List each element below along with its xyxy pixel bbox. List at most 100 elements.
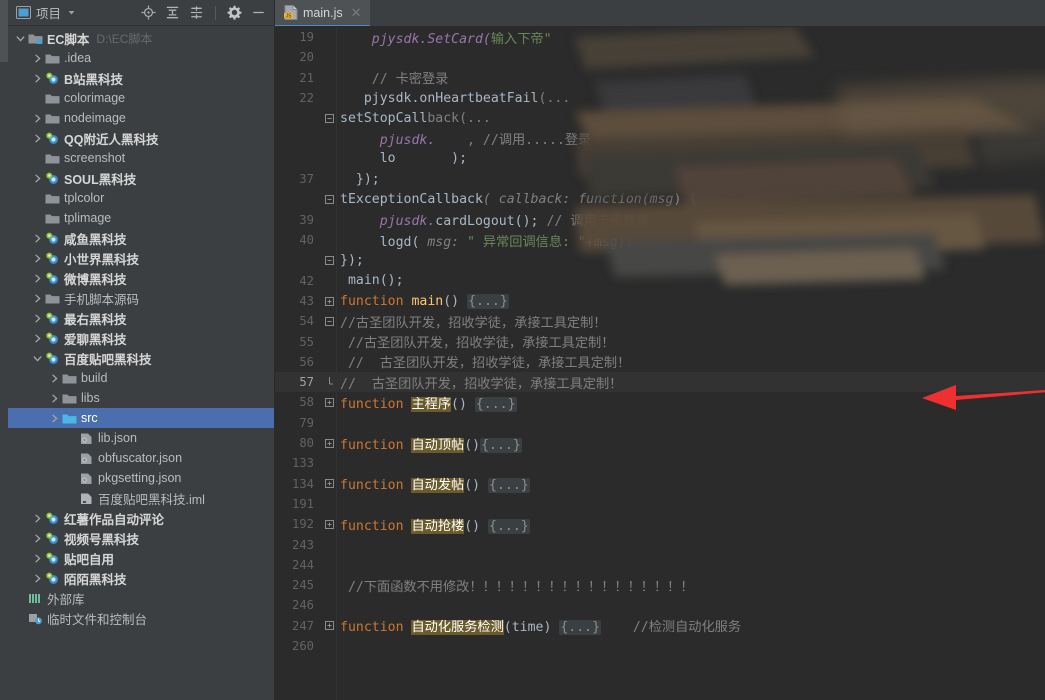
tree-item-QQ附近人黑科技[interactable]: QQ附近人黑科技: [8, 128, 274, 148]
tree-item-.idea[interactable]: .idea: [8, 48, 274, 68]
tree-item-贴吧自用[interactable]: 贴吧自用: [8, 548, 274, 568]
fold-plus-icon[interactable]: [323, 479, 336, 488]
tree-item-label: build: [81, 371, 107, 385]
tree-item-百度贴吧黑科技[interactable]: 百度贴吧黑科技: [8, 348, 274, 368]
chevron-right-icon[interactable]: [31, 232, 44, 245]
stripe-tab-project[interactable]: [0, 0, 8, 62]
chevron-right-icon[interactable]: [31, 552, 44, 565]
chevron-right-icon[interactable]: [31, 252, 44, 265]
code-editor[interactable]: 19 pjysdk.SetCard(输入下帝"2021 // 卡密登录22 pj…: [275, 27, 1045, 700]
tree-item-label: screenshot: [64, 151, 125, 165]
project-panel-title-group[interactable]: 项目: [16, 3, 77, 22]
module-icon: [44, 272, 61, 285]
module-icon: [44, 352, 61, 365]
chevron-right-icon[interactable]: [31, 312, 44, 325]
chevron-right-icon[interactable]: [31, 112, 44, 125]
expand-all-icon[interactable]: [189, 5, 204, 20]
editor-area: JS main.js ✕ 19 pjysdk.SetCard(输入下帝"2021…: [275, 0, 1045, 700]
tree-item-SOUL黑科技[interactable]: SOUL黑科技: [8, 168, 274, 188]
fold-minus-icon[interactable]: [323, 195, 336, 204]
fold-end-icon[interactable]: [323, 377, 336, 387]
tree-item-label: 百度贴吧黑科技: [64, 349, 152, 368]
folder-icon: [44, 192, 61, 205]
code-line: 246: [275, 595, 1045, 615]
editor-tab-main-js[interactable]: JS main.js ✕: [275, 0, 370, 27]
fold-plus-icon[interactable]: [323, 398, 336, 407]
code-text: // 古圣团队开发，招收学徒，承接工具定制！: [336, 352, 630, 371]
tree-item-label: 陌陌黑科技: [64, 569, 127, 588]
tree-item-label: colorimage: [64, 91, 125, 105]
chevron-right-icon[interactable]: [48, 372, 61, 385]
chevron-right-icon[interactable]: [31, 512, 44, 525]
chevron-right-icon[interactable]: [31, 572, 44, 585]
collapse-all-icon[interactable]: [165, 5, 180, 20]
tree-item-红薯作品自动评论[interactable]: 红薯作品自动评论: [8, 508, 274, 528]
tree-item-最右黑科技[interactable]: 最右黑科技: [8, 308, 274, 328]
chevron-down-icon[interactable]: [14, 32, 27, 45]
gear-icon[interactable]: [227, 5, 242, 20]
code-line: 260: [275, 636, 1045, 656]
module-icon: [44, 572, 61, 585]
fold-plus-icon[interactable]: [323, 297, 336, 306]
chevron-right-icon[interactable]: [31, 292, 44, 305]
chevron-down-icon[interactable]: [66, 7, 77, 18]
stripe-tab-structure[interactable]: [0, 62, 8, 130]
chevron-right-icon[interactable]: [31, 132, 44, 145]
tree-item-tplimage[interactable]: tplimage: [8, 208, 274, 228]
code-text: });: [336, 253, 364, 268]
tree-item-百度贴吧黑科技.iml[interactable]: 百度贴吧黑科技.iml: [8, 488, 274, 508]
chevron-right-icon[interactable]: [31, 532, 44, 545]
chevron-right-icon[interactable]: [31, 52, 44, 65]
line-number: 22: [275, 91, 323, 105]
tree-item-nodeimage[interactable]: nodeimage: [8, 108, 274, 128]
chevron-right-icon[interactable]: [31, 172, 44, 185]
code-text: // 古圣团队开发，招收学徒，承接工具定制！: [336, 373, 622, 392]
tree-item-src[interactable]: src: [8, 408, 274, 428]
tree-item-lib.json[interactable]: lib.json: [8, 428, 274, 448]
tree-item-pkgsetting.json[interactable]: pkgsetting.json: [8, 468, 274, 488]
tree-item-libs[interactable]: libs: [8, 388, 274, 408]
tree-item-外部库[interactable]: 外部库: [8, 588, 274, 608]
close-icon[interactable]: ✕: [351, 6, 362, 19]
chevron-right-icon[interactable]: [31, 272, 44, 285]
tree-item-咸鱼黑科技[interactable]: 咸鱼黑科技: [8, 228, 274, 248]
line-number: 244: [275, 558, 323, 572]
tree-item-label: nodeimage: [64, 111, 126, 125]
tree-item-手机脚本源码[interactable]: 手机脚本源码: [8, 288, 274, 308]
code-lines: 19 pjysdk.SetCard(输入下帝"2021 // 卡密登录22 pj…: [275, 27, 1045, 700]
fold-minus-icon[interactable]: [323, 256, 336, 265]
chevron-right-icon[interactable]: [48, 392, 61, 405]
chevron-right-icon[interactable]: [31, 332, 44, 345]
tree-item-screenshot[interactable]: screenshot: [8, 148, 274, 168]
chevron-right-icon[interactable]: [48, 412, 61, 425]
tree-item-爱聊黑科技[interactable]: 爱聊黑科技: [8, 328, 274, 348]
fold-plus-icon[interactable]: [323, 621, 336, 630]
tree-item-obfuscator.json[interactable]: obfuscator.json: [8, 448, 274, 468]
tree-item-EC脚本[interactable]: EC脚本D:\EC脚本: [8, 28, 274, 48]
code-line: pjusdk. , //调用.....登录: [275, 128, 1045, 148]
chevron-down-icon[interactable]: [31, 352, 44, 365]
code-line: 54//古圣团队开发，招收学徒，承接工具定制！: [275, 311, 1045, 331]
code-line: 43function main() {...}: [275, 291, 1045, 311]
line-number: 260: [275, 639, 323, 653]
chevron-right-icon[interactable]: [31, 72, 44, 85]
tree-item-B站黑科技[interactable]: B站黑科技: [8, 68, 274, 88]
tree-item-陌陌黑科技[interactable]: 陌陌黑科技: [8, 568, 274, 588]
tree-item-视频号黑科技[interactable]: 视频号黑科技: [8, 528, 274, 548]
line-number: 134: [275, 477, 323, 491]
project-tree[interactable]: EC脚本D:\EC脚本.ideaB站黑科技 colorimage nodeimage…: [8, 26, 274, 700]
tree-item-colorimage[interactable]: colorimage: [8, 88, 274, 108]
fold-plus-icon[interactable]: [323, 439, 336, 448]
code-line: 40 logd( msg: " 异常回调信息: "+msg);: [275, 230, 1045, 250]
tree-item-微博黑科技[interactable]: 微博黑科技: [8, 268, 274, 288]
minimize-icon[interactable]: [251, 5, 266, 20]
tree-item-小世界黑科技[interactable]: 小世界黑科技: [8, 248, 274, 268]
tree-item-tplcolor[interactable]: tplcolor: [8, 188, 274, 208]
tree-item-label: 临时文件和控制台: [47, 609, 147, 628]
fold-minus-icon[interactable]: [323, 114, 336, 123]
fold-plus-icon[interactable]: [323, 520, 336, 529]
tree-item-build[interactable]: build: [8, 368, 274, 388]
locate-target-icon[interactable]: [141, 5, 156, 20]
tree-item-临时文件和控制台[interactable]: 临时文件和控制台: [8, 608, 274, 628]
fold-minus-icon[interactable]: [323, 317, 336, 326]
